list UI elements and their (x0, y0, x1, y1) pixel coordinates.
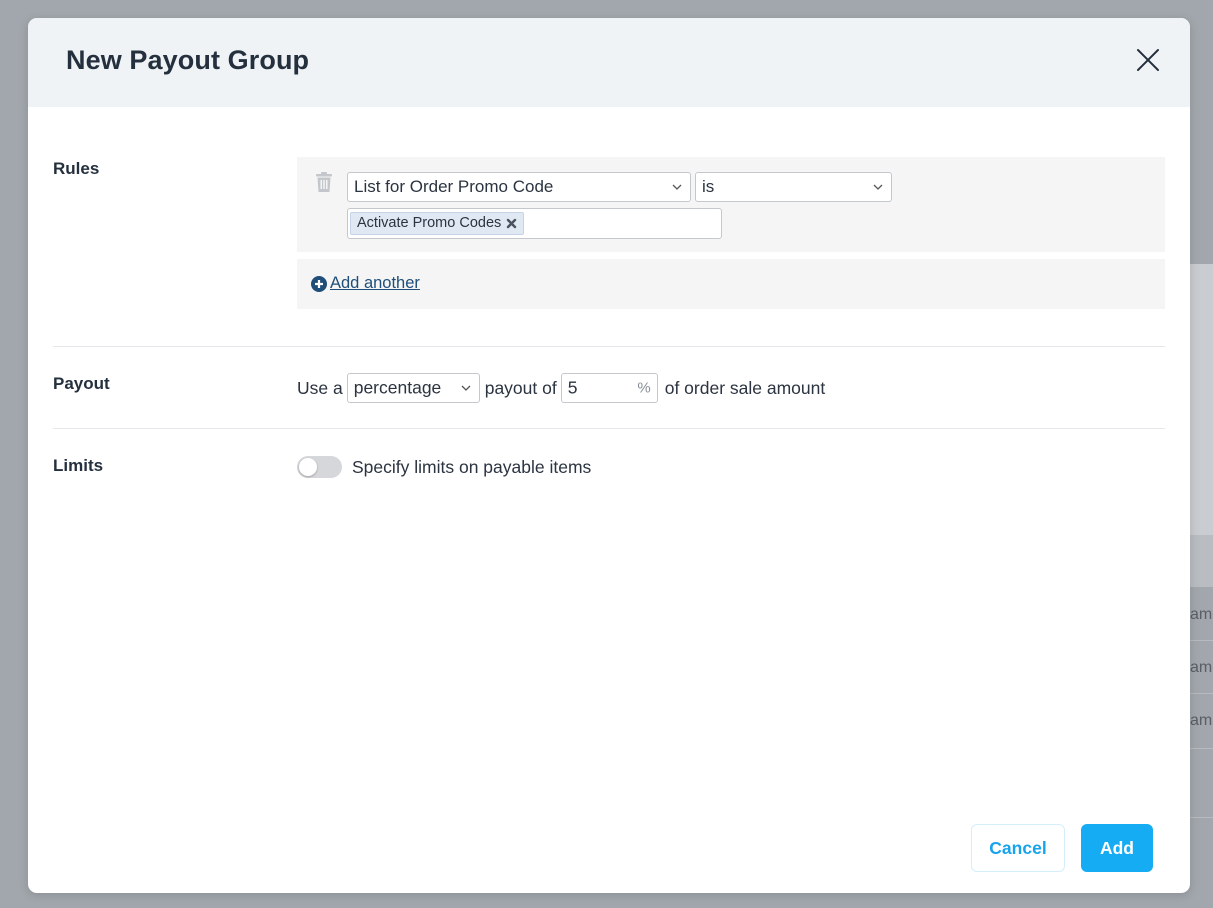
chevron-down-icon (672, 184, 682, 190)
cancel-button[interactable]: Cancel (971, 824, 1065, 872)
toggle-knob (299, 458, 317, 476)
payout-middle-text: payout of (484, 377, 557, 398)
modal-header: New Payout Group (28, 18, 1190, 107)
rule-row: List for Order Promo Code is Activate Pr… (297, 157, 1165, 252)
plus-circle-icon (311, 275, 327, 292)
limits-toggle-row: Specify limits on payable items (297, 456, 591, 478)
percent-unit: % (637, 379, 651, 397)
limits-toggle-label: Specify limits on payable items (352, 456, 592, 477)
tag-chip: Activate Promo Codes (350, 212, 525, 235)
background-divider (1190, 817, 1213, 818)
background-cell: amo (1190, 588, 1213, 641)
section-divider (53, 428, 1165, 429)
payout-row: Use a percentage payout of 5 % of order … (297, 372, 825, 404)
add-button[interactable]: Add (1081, 824, 1153, 872)
chevron-down-icon (461, 385, 471, 391)
close-icon (1137, 49, 1159, 71)
background-divider (1190, 693, 1213, 694)
close-button[interactable] (1132, 44, 1164, 76)
trash-icon (316, 172, 332, 192)
add-another-label: Add another (330, 274, 420, 292)
limits-label: Limits (53, 456, 104, 475)
background-divider (1190, 640, 1213, 641)
add-rule-area: Add another (297, 259, 1165, 309)
background-divider (1190, 748, 1213, 749)
new-payout-group-modal: New Payout Group Rules List for Order Pr… (28, 18, 1190, 893)
payout-amount-value: 5 (567, 377, 578, 398)
payout-type-select[interactable]: percentage (346, 373, 480, 403)
payout-amount-input[interactable]: 5 % (560, 373, 658, 403)
payout-type-value: percentage (353, 377, 442, 398)
chevron-down-icon (873, 184, 883, 190)
limits-toggle[interactable] (297, 456, 342, 478)
payout-label: Payout (53, 374, 110, 393)
background-cell: amo (1190, 641, 1213, 694)
modal-title: New Payout Group (66, 45, 310, 75)
rule-operator-value: is (702, 177, 715, 196)
delete-rule-button[interactable] (315, 172, 333, 193)
rule-value-tag-input[interactable]: Activate Promo Codes (347, 208, 722, 239)
background-cell: am (1190, 694, 1213, 747)
background-panel-header (1190, 535, 1213, 587)
section-divider (53, 346, 1165, 347)
add-another-link[interactable]: Add another (311, 274, 420, 293)
remove-tag-button[interactable] (506, 218, 517, 229)
payout-suffix-text: of order sale amount (664, 377, 826, 398)
rules-label: Rules (53, 159, 100, 178)
rule-operator-select[interactable]: is (695, 172, 892, 202)
remove-icon (507, 218, 517, 228)
rule-field-select[interactable]: List for Order Promo Code (347, 172, 691, 202)
background-panel (1190, 264, 1213, 535)
rule-field-value: List for Order Promo Code (354, 177, 554, 196)
tag-label: Activate Promo Codes (357, 215, 502, 231)
payout-prefix-text: Use a (297, 377, 343, 398)
